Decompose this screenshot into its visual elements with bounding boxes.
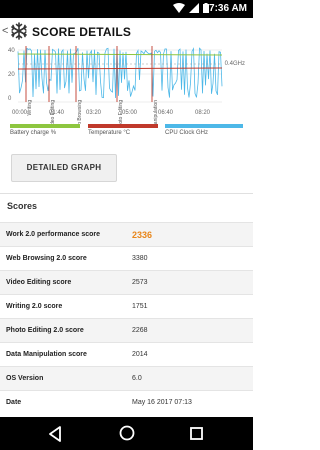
legend-label: CPU Clock GHz bbox=[165, 130, 209, 136]
score-value: 2268 bbox=[132, 327, 148, 334]
snowflake-icon bbox=[11, 22, 27, 40]
status-bar: 7:36 AM bbox=[0, 0, 253, 18]
section-divider bbox=[0, 193, 253, 194]
score-value: 2336 bbox=[132, 230, 153, 240]
cpu-ghz-label: 0.4GHz bbox=[224, 61, 245, 67]
score-value: 1751 bbox=[132, 303, 148, 310]
detailed-graph-button[interactable]: DETAILED GRAPH bbox=[11, 154, 117, 182]
x-tick-label: 06:40 bbox=[158, 110, 174, 116]
score-row-date: Date May 16 2017 07:13 bbox=[0, 390, 253, 414]
x-tick-label: 00:00 bbox=[12, 110, 28, 116]
score-row-photo-editing: Photo Editing 2.0 score 2268 bbox=[0, 318, 253, 342]
nav-back-icon[interactable] bbox=[48, 426, 62, 442]
score-row-os-version: OS Version 6.0 bbox=[0, 366, 253, 390]
score-label: Video Editing score bbox=[6, 279, 72, 286]
y-tick-label: 0 bbox=[8, 96, 12, 102]
back-arrow-icon[interactable]: < bbox=[2, 25, 8, 37]
x-tick-label: 03:20 bbox=[86, 110, 102, 116]
score-row-writing: Writing 2.0 score 1751 bbox=[0, 294, 253, 318]
y-tick-label: 20 bbox=[8, 72, 15, 78]
score-label: Date bbox=[6, 399, 22, 406]
nav-recent-apps-icon[interactable] bbox=[190, 427, 203, 440]
score-row-web-browsing: Web Browsing 2.0 score 3380 bbox=[0, 246, 253, 270]
score-row-video-editing: Video Editing score 2573 bbox=[0, 270, 253, 294]
status-time: 7:36 AM bbox=[209, 3, 247, 14]
legend-swatch bbox=[165, 124, 243, 128]
score-label: Work 2.0 performance score bbox=[6, 231, 101, 238]
score-value: 3380 bbox=[132, 255, 148, 262]
app-bar: < SCORE DETAILS bbox=[0, 18, 253, 46]
legend-label: Temperature °C bbox=[88, 130, 131, 136]
score-label: Photo Editing 2.0 score bbox=[6, 327, 84, 334]
section-marker-label: Web Browsing bbox=[77, 100, 83, 124]
legend-item-cpu: CPU Clock GHz bbox=[165, 124, 243, 136]
scores-table: Work 2.0 performance score 2336 Web Brow… bbox=[0, 222, 253, 414]
score-row-data-manipulation: Data Manipulation score 2014 bbox=[0, 342, 253, 366]
wifi-icon bbox=[173, 3, 185, 13]
legend-item-temperature: Temperature °C bbox=[88, 124, 158, 136]
graph-legend: Battery charge % Temperature °C CPU Cloc… bbox=[0, 124, 253, 138]
page-title: SCORE DETAILS bbox=[32, 25, 132, 39]
legend-label: Battery charge % bbox=[10, 130, 57, 136]
section-marker-label: Writing bbox=[27, 100, 33, 116]
score-label: Data Manipulation score bbox=[6, 351, 87, 358]
legend-swatch bbox=[88, 124, 158, 128]
legend-item-battery: Battery charge % bbox=[10, 124, 80, 136]
score-label: Web Browsing 2.0 score bbox=[6, 255, 87, 262]
score-label: Writing 2.0 score bbox=[6, 303, 63, 310]
score-value: 6.0 bbox=[132, 375, 142, 382]
score-label: OS Version bbox=[6, 375, 44, 382]
system-navigation-bar bbox=[0, 417, 253, 450]
status-icons bbox=[173, 3, 209, 13]
y-tick-label: 40 bbox=[8, 48, 15, 54]
x-tick-label: 08:20 bbox=[195, 110, 211, 116]
x-tick-label: 05:00 bbox=[122, 110, 138, 116]
score-value: May 16 2017 07:13 bbox=[132, 399, 192, 406]
cell-signal-icon bbox=[189, 3, 199, 13]
x-tick-label: 01:40 bbox=[49, 110, 65, 116]
scores-section-title: Scores bbox=[7, 201, 38, 211]
nav-home-icon[interactable] bbox=[119, 425, 135, 441]
score-value: 2014 bbox=[132, 351, 148, 358]
legend-swatch bbox=[10, 124, 80, 128]
score-value: 2573 bbox=[132, 279, 148, 286]
score-row-work-performance: Work 2.0 performance score 2336 bbox=[0, 222, 253, 246]
